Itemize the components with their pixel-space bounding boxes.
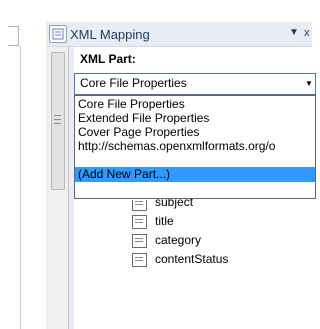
grip-icon [54, 115, 61, 124]
tree-item-label[interactable]: contentStatus [155, 252, 228, 266]
dropdown-option-accordant-base-document-schema[interactable]: Accordant Base Document Schema [78, 153, 268, 167]
xml-node-icon [132, 215, 147, 229]
close-icon[interactable]: x [304, 27, 310, 39]
xml-mapping-pane-icon [49, 25, 67, 43]
xml-part-label: XML Part: [80, 52, 136, 66]
xml-part-selected-value: Core File Properties [80, 76, 187, 90]
dropdown-option-extended-file-properties[interactable]: Extended File Properties [78, 111, 209, 125]
document-edge-box [8, 26, 19, 46]
tree-item-label[interactable]: category [155, 233, 201, 247]
tree-item-label[interactable]: title [155, 214, 174, 228]
dropdown-option-core-file-properties[interactable]: Core File Properties [78, 97, 185, 111]
xml-node-icon [132, 234, 147, 248]
pane-options-dropdown-icon[interactable]: ▼ [289, 27, 299, 38]
dropdown-option-add-new-part[interactable]: (Add New Part...) [78, 167, 170, 181]
pane-title: XML Mapping [70, 27, 150, 42]
dropdown-option-openxml-schema[interactable]: http://schemas.openxmlformats.org/o [78, 139, 275, 153]
dropdown-option-cover-page-properties[interactable]: Cover Page Properties [78, 125, 199, 139]
chevron-down-icon[interactable]: ▼ [305, 79, 313, 88]
xml-node-icon [132, 253, 147, 267]
document-page-edge [0, 46, 21, 329]
